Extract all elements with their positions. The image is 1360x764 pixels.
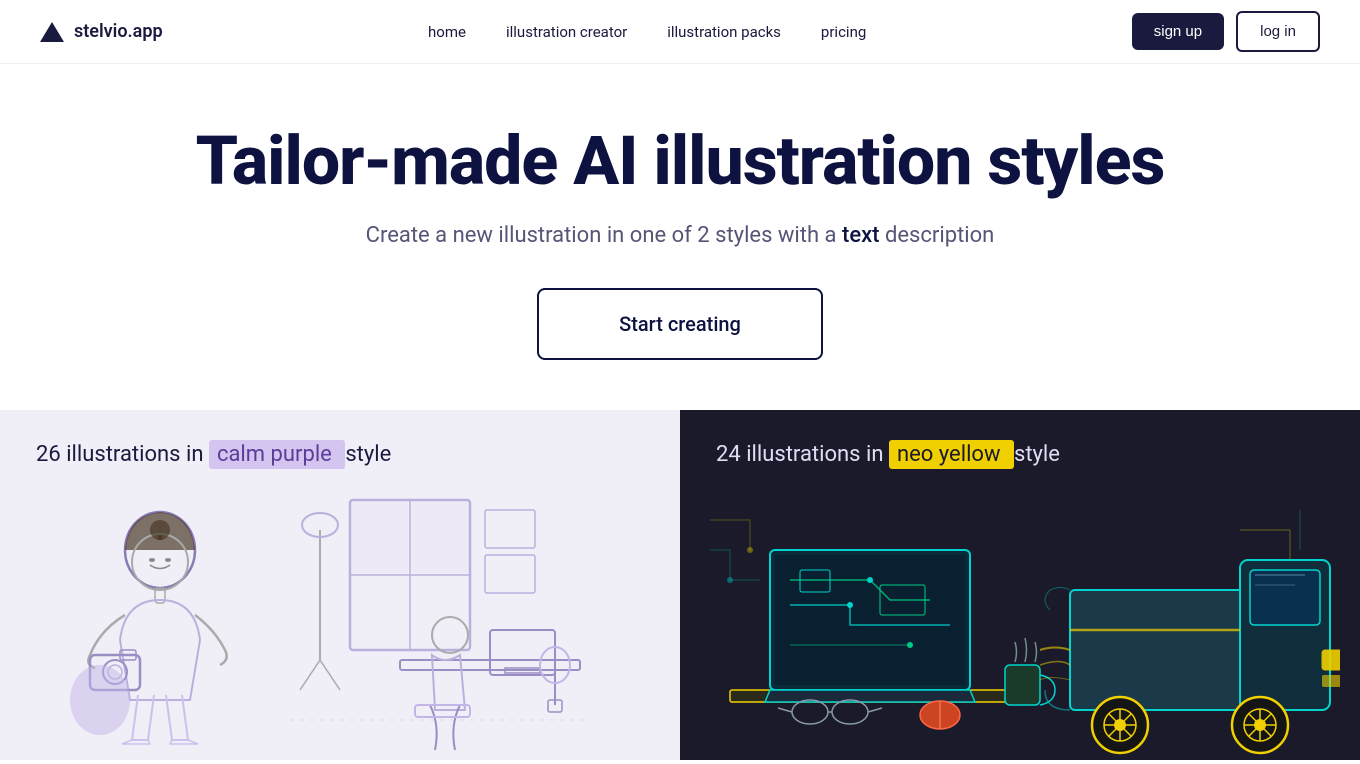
subtitle-prefix: Create a new illustration in one of [366,223,692,248]
nav-links: home illustration creator illustration p… [428,22,866,41]
login-button[interactable]: log in [1236,11,1320,52]
neo-yellow-count: 24 [716,442,741,467]
start-creating-button[interactable]: Start creating [537,288,823,360]
logo-text: stelvio.app [74,21,163,42]
neo-yellow-prefix: illustrations in [746,442,889,467]
neo-yellow-card[interactable]: 24 illustrations in neo yellow style [680,410,1360,760]
signup-button[interactable]: sign up [1132,13,1224,50]
hero-title: Tailor-made AI illustration styles [40,124,1320,199]
calm-word: calm [217,442,265,467]
calm-purple-label: 26 illustrations in calm purple style [36,442,644,467]
calm-purple-count: 26 [36,442,61,467]
illustration-cards-row: 26 illustrations in calm purple style [0,410,1360,760]
hero-subtitle: Create a new illustration in one of 2 st… [40,223,1320,248]
logo[interactable]: stelvio.app [40,21,163,42]
yellow-word: yellow [939,442,1001,467]
subtitle-description: description [885,223,994,248]
neo-yellow-stylename: neo yellow [889,440,1014,469]
calm-purple-suffix: style [345,442,391,467]
nav-actions: sign up log in [1132,11,1320,52]
subtitle-count: 2 [697,223,709,248]
subtitle-text-highlight: text [842,223,880,248]
purple-word: purple [271,442,332,467]
navbar: stelvio.app home illustration creator il… [0,0,1360,64]
nav-pricing[interactable]: pricing [821,23,866,41]
hero-section: Tailor-made AI illustration styles Creat… [0,64,1360,410]
logo-triangle-icon [40,22,64,42]
calm-purple-card[interactable]: 26 illustrations in calm purple style [0,410,680,760]
calm-purple-illustrations [0,480,620,760]
calm-purple-prefix: illustrations in [66,442,209,467]
neo-yellow-suffix: style [1014,442,1060,467]
subtitle-styles: styles with a [715,223,836,248]
neo-yellow-illustrations [680,470,1340,760]
nav-illustration-packs[interactable]: illustration packs [667,23,781,41]
neo-word: neo [897,442,933,467]
neo-yellow-label: 24 illustrations in neo yellow style [716,442,1324,467]
nav-home[interactable]: home [428,23,466,41]
calm-purple-stylename: calm purple [209,440,345,469]
nav-illustration-creator[interactable]: illustration creator [506,23,627,41]
